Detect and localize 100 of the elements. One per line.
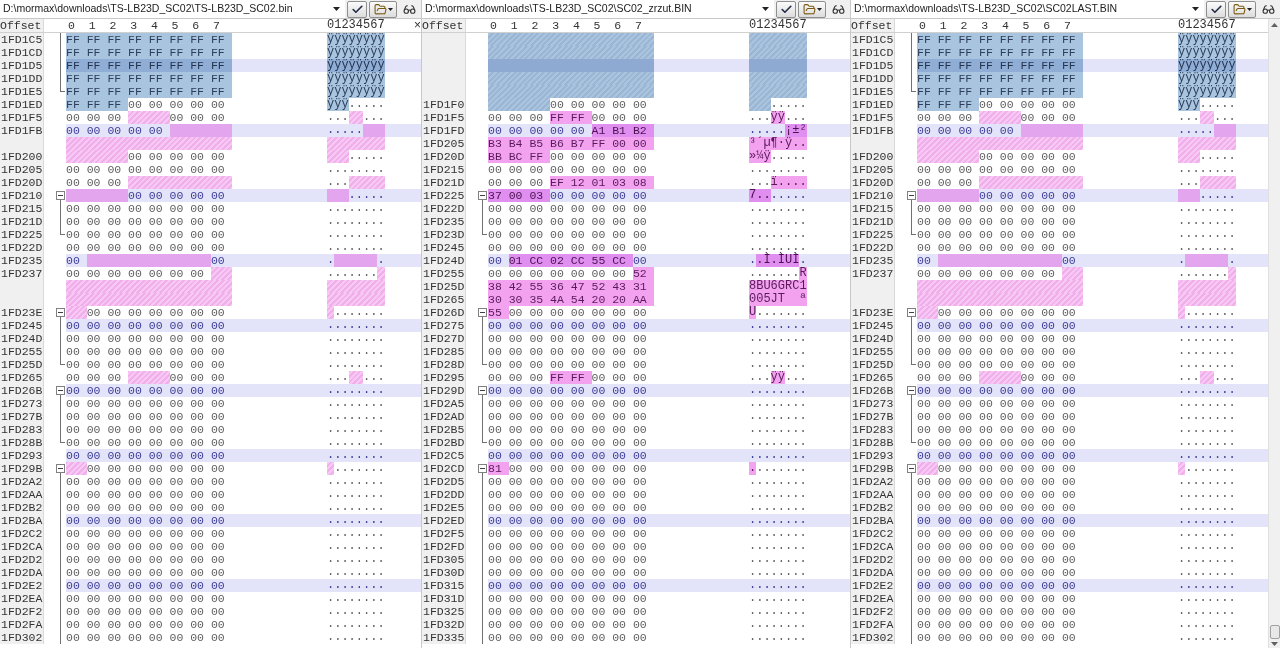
offset-cell: 1FD2BA: [0, 514, 44, 527]
vertical-scrollbar[interactable]: [1268, 19, 1280, 648]
offset-cell: 1FD1F5: [422, 111, 466, 124]
collapse-toggle-icon[interactable]: [907, 191, 916, 200]
open-file-button[interactable]: [369, 0, 397, 18]
offset-cell: 1FD2B2: [0, 501, 44, 514]
offset-cell: 1FD1C5: [0, 33, 44, 46]
glasses-icon: [831, 2, 845, 16]
ascii-text: ........: [749, 449, 807, 462]
ascii-text: .....: [1178, 124, 1214, 137]
hex-bytes: 00: [917, 254, 932, 267]
offset-cell: 1FD1E5: [851, 85, 895, 98]
collapse-toggle-icon[interactable]: [478, 464, 487, 473]
dropdown-caret-icon[interactable]: [1192, 7, 1199, 11]
hex-bytes: 00 00 00: [488, 111, 545, 124]
collapse-toggle-icon[interactable]: [907, 308, 916, 317]
hex-bytes: 00 00 00 00 00 00 00 00: [488, 514, 648, 527]
hex-bytes: 00 00 00 00 00 00 00 00: [66, 332, 226, 345]
ascii-text: .: [1228, 254, 1236, 267]
offset-cell: 1FD21D: [422, 176, 466, 189]
offset-column-header: Offset: [0, 19, 42, 32]
changed-ascii-text: 005JT ª: [749, 293, 807, 306]
ascii-column-header: 01234567: [327, 19, 385, 32]
compare-button[interactable]: [776, 0, 796, 18]
offset-cell: 1FD2A2: [851, 475, 895, 488]
collapse-toggle-icon[interactable]: [907, 386, 916, 395]
collapse-toggle-icon[interactable]: [56, 386, 65, 395]
hex-bytes: 00 00 00 00 00 00 00 00: [66, 488, 226, 501]
ascii-text: ........: [1178, 319, 1236, 332]
dropdown-caret-icon[interactable]: [762, 7, 769, 11]
hex-bytes: 00 00 00 00 00 00 00 00: [917, 319, 1077, 332]
compare-button[interactable]: [347, 0, 367, 18]
hex-bytes: 00 00 00 00 00 00 00: [86, 462, 226, 475]
hex-bytes: 00 00 00 00 00 00 00: [937, 462, 1077, 475]
caret-icon: [387, 7, 393, 11]
offset-cell: 1FD237: [851, 267, 895, 280]
offset-cell: 1FD273: [0, 397, 44, 410]
file-path-combobox[interactable]: D:\mormax\downloads\TS-LB23D_SC02\SC02LAST.BIN: [851, 0, 1204, 18]
open-file-button[interactable]: [798, 0, 826, 18]
collapse-toggle-icon[interactable]: [907, 464, 916, 473]
offset-cell: 1FD293: [851, 449, 895, 462]
collapse-toggle-icon[interactable]: [56, 464, 65, 473]
open-file-button[interactable]: [1228, 0, 1256, 18]
collapse-toggle-icon[interactable]: [56, 191, 65, 200]
collapse-toggle-icon[interactable]: [478, 308, 487, 317]
hex-bytes: 00 00 00 00 00 00 00 00: [66, 579, 226, 592]
ascii-text: ........: [749, 501, 807, 514]
scrollbar-thumb[interactable]: [1269, 625, 1280, 639]
changed-hex-bytes: EF 12 01 03 08: [550, 176, 654, 189]
offset-cell: 1FD1D5: [0, 59, 44, 72]
offset-cell: 1FD200: [851, 150, 895, 163]
check-icon: [1209, 2, 1223, 16]
hex-bytes: 00 00 00 00 00 00 00 00: [488, 423, 648, 436]
collapse-toggle-icon[interactable]: [56, 308, 65, 317]
matching-hex-bytes: FF FF FF FF FF FF FF FF: [917, 46, 1083, 59]
offset-cell: 1FD302: [851, 631, 895, 644]
collapse-toggle-icon[interactable]: [478, 386, 487, 395]
offset-cell: 1FD2A2: [0, 475, 44, 488]
offset-cell: 1FD22D: [851, 241, 895, 254]
byte-column-header: 5: [592, 19, 602, 32]
offset-cell: 1FD2B5: [422, 423, 466, 436]
hex-bytes: 00 00 00 00 00 00 00 00: [488, 410, 648, 423]
dropdown-caret-icon[interactable]: [333, 7, 340, 11]
offset-cell: 1FD25D: [422, 280, 466, 293]
ascii-text: ........: [1178, 449, 1236, 462]
file-path-combobox[interactable]: D:\mormax\downloads\TS-LB23D_SC02\TS-LB23D_SC02.bin: [0, 0, 345, 18]
offset-cell: 1FD2E5: [422, 501, 466, 514]
ascii-text: .......: [1178, 267, 1229, 280]
ascii-text: .....: [348, 150, 385, 163]
offset-cell: 1FD28B: [851, 436, 895, 449]
scroll-down-icon[interactable]: [1271, 642, 1278, 646]
collapse-toggle-icon[interactable]: [478, 191, 487, 200]
hex-bytes: 00 00 00 00 00: [979, 98, 1077, 111]
ascii-text: ........: [1178, 228, 1236, 241]
hex-bytes: 00 00 00 00 00 00 00 00: [917, 553, 1077, 566]
compare-button[interactable]: [1206, 0, 1226, 18]
ascii-text: ...: [785, 111, 807, 124]
hex-bytes: 00 00 00: [488, 176, 545, 189]
offset-cell: 1FD23D: [422, 228, 466, 241]
changed-hex-bytes: 38 42 55 36 47 52 43 31: [488, 280, 654, 293]
offset-cell: 1FD1FD: [422, 124, 466, 137]
hex-bytes: 00 00 00 00 00 00 00: [937, 306, 1077, 319]
ascii-text: ........: [327, 579, 385, 592]
offset-cell: 1FD210: [851, 189, 895, 202]
ascii-text: .....: [327, 124, 363, 137]
hex-bytes: 00 00 00: [917, 176, 974, 189]
hex-bytes: 00 00 00 00 00 00 00 00: [66, 527, 226, 540]
ascii-text: ........: [327, 345, 385, 358]
ascii-text: ........: [1178, 436, 1236, 449]
offset-cell: 1FD225: [851, 228, 895, 241]
ascii-text: ........: [327, 527, 385, 540]
file-path-combobox[interactable]: D:\mormax\downloads\TS-LB23D_SC02\SC02_zrzut.BIN: [422, 0, 774, 18]
hex-bytes: 00 00 00 00 00 00 00: [508, 306, 648, 319]
close-button[interactable]: ×: [414, 19, 421, 32]
check-icon: [350, 2, 364, 16]
hex-bytes: 00 00 00 00 00: [979, 189, 1077, 202]
byte-column-header: 2: [530, 19, 540, 32]
ascii-text: ...: [363, 371, 385, 384]
scroll-up-icon[interactable]: [1271, 23, 1278, 27]
matching-ascii-text: ÿÿÿÿÿÿÿÿ: [327, 85, 385, 98]
